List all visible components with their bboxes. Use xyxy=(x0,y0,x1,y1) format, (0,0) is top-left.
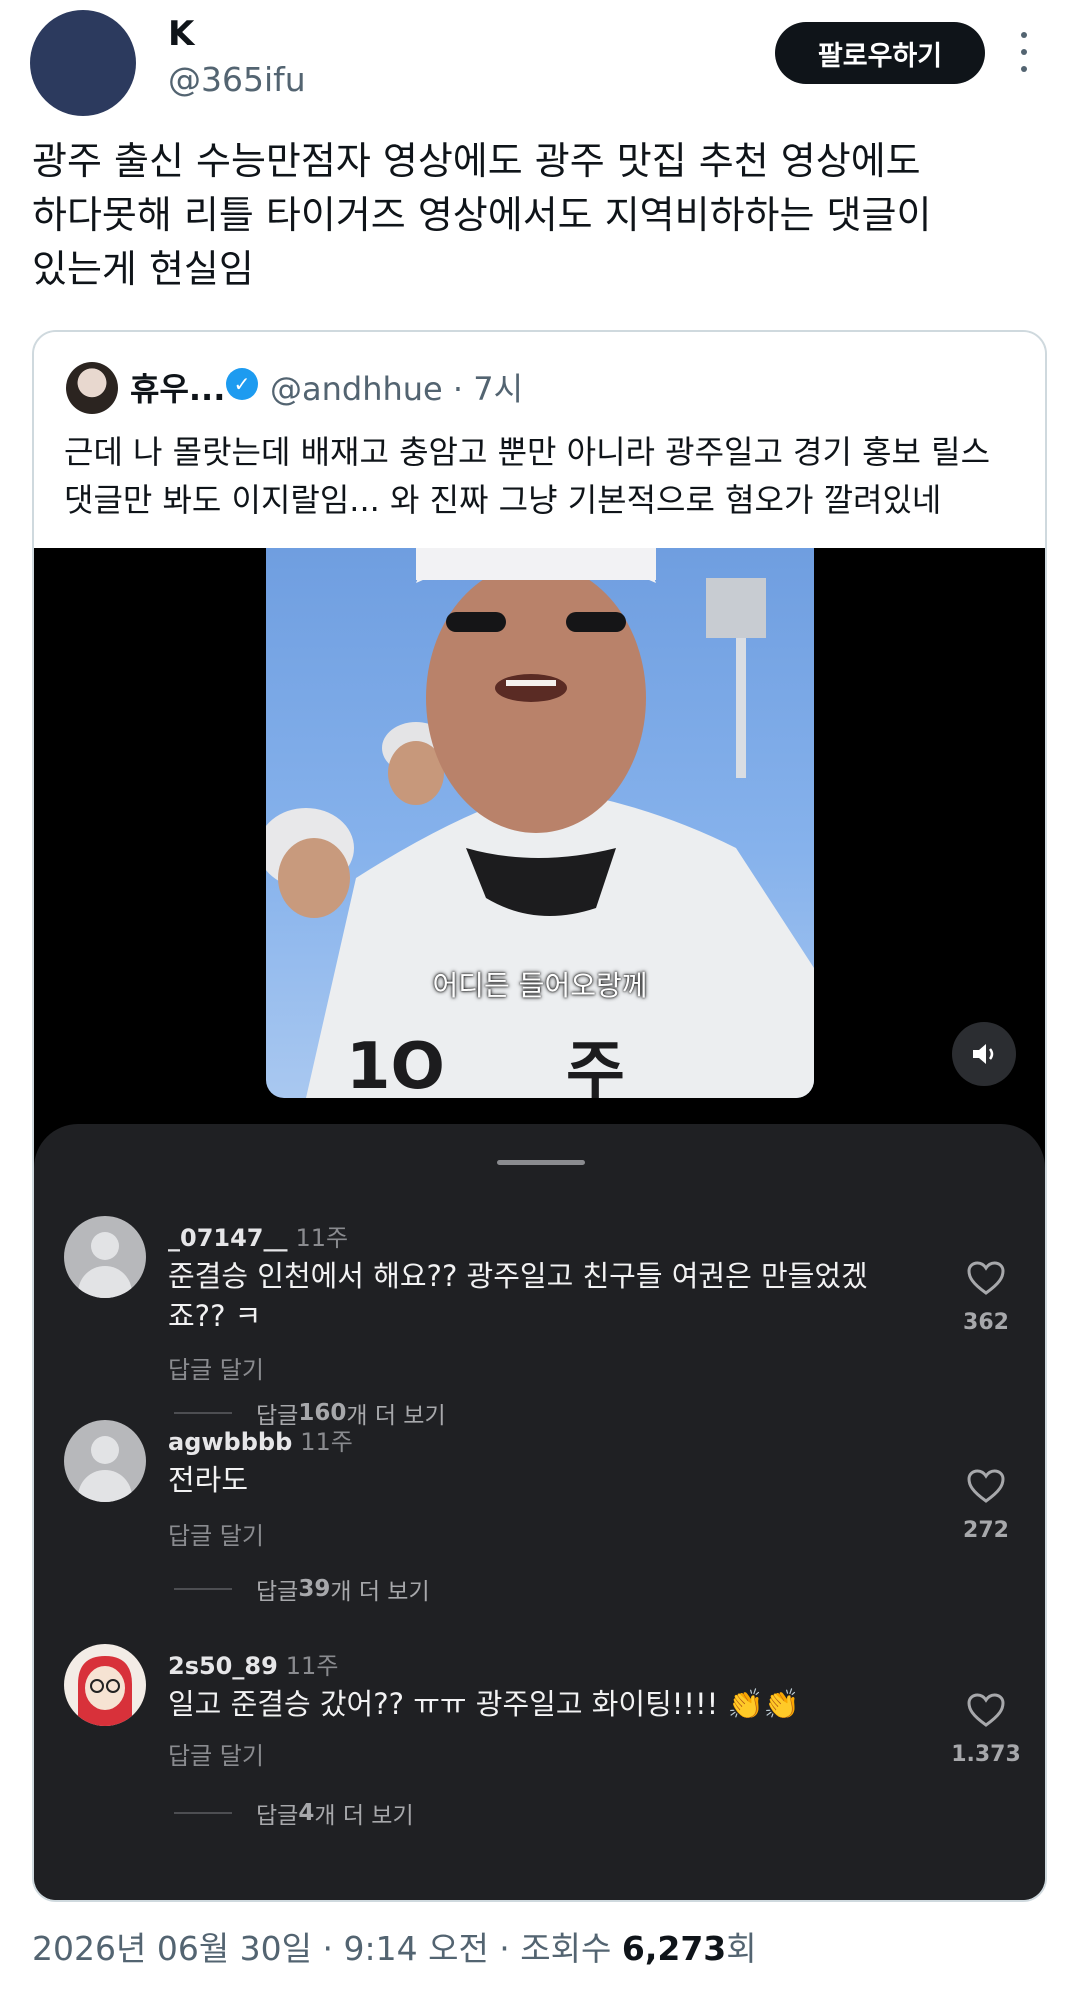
comment-text: 준결승 인천에서 해요?? 광주일고 친구들 여권은 만들었겠 죠?? ㅋ xyxy=(168,1256,908,1336)
comment-line: 죠?? ㅋ xyxy=(168,1299,262,1333)
comment-avatar[interactable] xyxy=(64,1644,146,1726)
volume-icon[interactable] xyxy=(952,1022,1016,1086)
comment-avatar[interactable] xyxy=(64,1420,146,1502)
heart-icon[interactable] xyxy=(966,1468,1006,1504)
heart-icon[interactable] xyxy=(966,1260,1006,1296)
like-button[interactable]: 1.373 xyxy=(936,1692,1036,1767)
video-subtitle: 어디든 들어오랑께 xyxy=(432,969,648,1002)
quoted-line: 근데 나 몰랏는데 배재고 충암고 뿐만 아니라 광주일고 경기 홍보 릴스 xyxy=(64,433,991,471)
drag-handle[interactable] xyxy=(497,1160,585,1165)
view-replies-count: 4 xyxy=(298,1800,315,1826)
like-button[interactable]: 362 xyxy=(936,1260,1036,1335)
comment-time: 11주 xyxy=(300,1428,353,1456)
comment-time: 11주 xyxy=(295,1224,349,1252)
video-frame[interactable]: 1O 주 어디든 들어오랑께 xyxy=(266,548,814,1098)
comment-line: 준결승 인천에서 해요?? 광주일고 친구들 여권은 만들었겠 xyxy=(168,1259,868,1293)
comment-text: 일고 준결승 갔어?? ㅠㅠ 광주일고 화이팅!!!! 👏👏 xyxy=(168,1684,908,1724)
quoted-author-avatar[interactable] xyxy=(66,362,118,414)
verified-badge-icon: ✓ xyxy=(226,368,258,400)
view-replies-suffix: 개 더 보기 xyxy=(346,1403,446,1429)
comment-user-text[interactable]: _07147__ xyxy=(168,1224,288,1252)
comments-panel: _07147__ 11주 준결승 인천에서 해요?? 광주일고 친구들 여권은 만… xyxy=(34,1124,1045,1900)
reply-button[interactable]: 답글 달기 xyxy=(168,1736,264,1771)
comment-line: 일고 준결승 갔어?? ㅠㅠ 광주일고 화이팅!!!! 👏👏 xyxy=(168,1687,800,1721)
tweet-line: 하다못해 리틀 타이거즈 영상에서도 지역비하하는 댓글이 xyxy=(32,193,932,237)
svg-text:1O: 1O xyxy=(346,1030,445,1098)
view-replies-prefix: 답글 xyxy=(256,1803,299,1829)
view-count-suffix: 회 xyxy=(726,1929,757,1968)
quoted-handle-text: @andhhue xyxy=(270,370,443,408)
heart-icon[interactable] xyxy=(966,1692,1006,1728)
view-replies-suffix: 개 더 보기 xyxy=(314,1803,414,1829)
quoted-line: 댓글만 봐도 이지랄임... 와 진짜 그냥 기본적으로 혐오가 깔려있네 xyxy=(64,481,942,519)
comment-line: 전라도 xyxy=(168,1463,249,1497)
quoted-time: · 7시 xyxy=(452,370,524,408)
comment-username[interactable]: 2s50_89 11주 xyxy=(168,1646,338,1681)
follow-button[interactable]: 팔로우하기 xyxy=(775,22,985,84)
reply-button[interactable]: 답글 달기 xyxy=(168,1350,264,1385)
quoted-tweet-card[interactable]: 휴우... ✓ @andhhue · 7시 근데 나 몰랏는데 배재고 충암고 … xyxy=(32,330,1047,1902)
comment-user-text[interactable]: 2s50_89 xyxy=(168,1652,278,1680)
view-replies-count: 39 xyxy=(298,1576,331,1602)
comment-username[interactable]: _07147__ 11주 xyxy=(168,1218,348,1253)
reply-button[interactable]: 답글 달기 xyxy=(168,1516,264,1551)
author-avatar[interactable] xyxy=(30,10,136,116)
view-replies-prefix: 답글 xyxy=(256,1579,299,1605)
quoted-author-name[interactable]: 휴우... xyxy=(130,364,225,410)
view-replies-button[interactable]: 답글 39 개 더 보기 xyxy=(174,1572,430,1606)
video-player[interactable]: 1O 주 어디든 들어오랑께 _07147__ 11주 준결승 인천에서 해요??… xyxy=(34,548,1045,1900)
comment-username[interactable]: agwbbbb 11주 xyxy=(168,1422,353,1457)
quoted-tweet-header: 휴우... ✓ @andhhue · 7시 근데 나 몰랏는데 배재고 충암고 … xyxy=(34,332,1045,548)
video-still-image: 1O 주 xyxy=(266,548,814,1098)
like-count: 272 xyxy=(963,1518,1009,1543)
view-replies-button[interactable]: 답글 4개 더 보기 xyxy=(174,1796,414,1830)
tweet-metadata: 2026년 06월 30일 · 9:14 오전 · 조회수 6,273회 xyxy=(32,1922,757,1970)
tweet-date[interactable]: 2026년 06월 30일 · 9:14 오전 · 조회수 xyxy=(32,1929,622,1968)
like-count: 1.373 xyxy=(951,1742,1021,1767)
quoted-tweet-text: 근데 나 몰랏는데 배재고 충암고 뿐만 아니라 광주일고 경기 홍보 릴스 댓… xyxy=(64,428,1024,524)
comment-avatar[interactable] xyxy=(64,1216,146,1298)
comment-time: 11주 xyxy=(285,1652,339,1680)
like-button[interactable]: 272 xyxy=(936,1468,1036,1543)
like-count: 362 xyxy=(963,1310,1009,1335)
tweet-line: 광주 출신 수능만점자 영상에도 광주 맛집 추천 영상에도 xyxy=(32,139,921,183)
view-count: 6,273 xyxy=(621,1929,727,1968)
comment-text: 전라도 xyxy=(168,1460,908,1500)
more-options-icon[interactable] xyxy=(1014,32,1034,72)
author-handle[interactable]: @365ifu xyxy=(168,60,306,99)
comment-user-text[interactable]: agwbbbb xyxy=(168,1428,292,1456)
tweet-text: 광주 출신 수능만점자 영상에도 광주 맛집 추천 영상에도 하다못해 리틀 타… xyxy=(32,134,1042,296)
tweet-line: 있는게 현실임 xyxy=(32,247,254,291)
quoted-author-handle: @andhhue · 7시 xyxy=(270,364,523,410)
svg-text:주: 주 xyxy=(566,1035,625,1098)
view-replies-suffix: 개 더 보기 xyxy=(330,1579,430,1605)
author-name[interactable]: K xyxy=(168,14,194,54)
